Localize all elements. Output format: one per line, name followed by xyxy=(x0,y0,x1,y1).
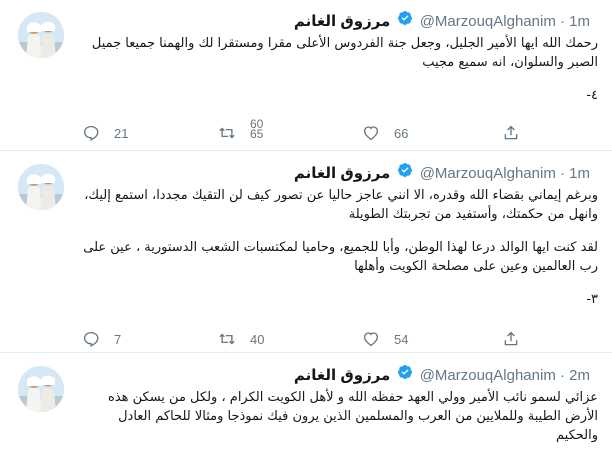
retweet-button[interactable]: 40 xyxy=(218,328,264,350)
retweet-count-partial: 60 65 xyxy=(250,117,264,141)
tweet-feed: مرزوق الغانم @MarzouqAlghanim · 1m رحمك … xyxy=(0,0,612,454)
tweet-paragraph: عزائي لسمو نائب الأمير وولي العهد حفظه ا… xyxy=(108,390,598,443)
separator-dot: · xyxy=(559,13,565,31)
tweet-paragraph: رحمك الله ايها الأمير الجليل، وجعل جنة ا… xyxy=(91,36,598,70)
tweet-header: مرزوق الغانم @MarzouqAlghanim · 1m xyxy=(294,162,590,184)
like-button[interactable]: 66 xyxy=(362,122,408,144)
tweet-paragraph: لقد كنت ايها الوالد درعا لهذا الوطن، وأب… xyxy=(83,240,598,274)
reply-icon xyxy=(83,331,99,348)
verified-badge-icon xyxy=(397,365,412,379)
retweet-button[interactable]: 60 65 xyxy=(218,117,264,144)
author-name[interactable]: مرزوق الغانم xyxy=(294,367,390,384)
reply-count: 21 xyxy=(114,125,129,141)
reply-button[interactable]: 21 xyxy=(82,122,128,144)
timestamp[interactable]: 1m xyxy=(569,13,590,30)
share-icon xyxy=(504,125,518,140)
tweet-text: عزائي لسمو نائب الأمير وولي العهد حفظه ا… xyxy=(74,388,598,459)
author-name[interactable]: مرزوق الغانم xyxy=(294,165,390,182)
thread-counter: ٣- xyxy=(586,292,598,307)
verified-badge-icon xyxy=(397,163,412,177)
tweet-actions: 21 60 65 66 xyxy=(72,117,534,144)
tweet-header: مرزوق الغانم @MarzouqAlghanim · 1m xyxy=(294,10,590,32)
author-handle[interactable]: @MarzouqAlghanim xyxy=(420,13,556,30)
verified-badge-icon xyxy=(397,11,412,25)
avatar[interactable] xyxy=(18,12,64,58)
tweet[interactable]: مرزوق الغانم @MarzouqAlghanim · 2m عزائي… xyxy=(0,354,612,454)
share-button[interactable] xyxy=(502,122,534,144)
author-name[interactable]: مرزوق الغانم xyxy=(294,13,390,30)
separator-dot: · xyxy=(559,165,565,183)
tweet-paragraph: وبرغم إيماني بقضاء الله وقدره، الا انني … xyxy=(84,188,598,222)
tweet[interactable]: مرزوق الغانم @MarzouqAlghanim · 1m وبرغم… xyxy=(0,152,612,353)
retweet-icon xyxy=(219,127,235,139)
author-handle[interactable]: @MarzouqAlghanim xyxy=(420,367,556,384)
share-icon xyxy=(504,331,518,346)
tweet-text: رحمك الله ايها الأمير الجليل، وجعل جنة ا… xyxy=(74,34,598,119)
avatar[interactable] xyxy=(18,164,64,210)
like-count: 66 xyxy=(394,125,409,141)
author-handle[interactable]: @MarzouqAlghanim xyxy=(420,165,556,182)
tweet-text: وبرغم إيماني بقضاء الله وقدره، الا انني … xyxy=(74,186,598,323)
retweet-count: 40 xyxy=(250,331,265,347)
timestamp[interactable]: 2m xyxy=(569,367,590,384)
reply-button[interactable]: 7 xyxy=(82,328,121,350)
retweet-icon xyxy=(219,333,235,345)
avatar[interactable] xyxy=(18,366,64,412)
tweet-actions: 7 40 54 xyxy=(72,328,532,350)
timestamp[interactable]: 1m xyxy=(569,165,590,182)
share-button[interactable] xyxy=(502,328,534,350)
like-count: 54 xyxy=(394,331,409,347)
reply-icon xyxy=(83,125,99,142)
tweet[interactable]: مرزوق الغانم @MarzouqAlghanim · 1m رحمك … xyxy=(0,0,612,151)
separator-dot: · xyxy=(559,367,565,385)
like-icon xyxy=(363,332,379,347)
tweet-header: مرزوق الغانم @MarzouqAlghanim · 2m xyxy=(294,364,590,386)
thread-counter: ٤- xyxy=(586,88,598,103)
reply-count: 7 xyxy=(114,331,122,347)
like-icon xyxy=(363,126,379,141)
like-button[interactable]: 54 xyxy=(362,328,408,350)
